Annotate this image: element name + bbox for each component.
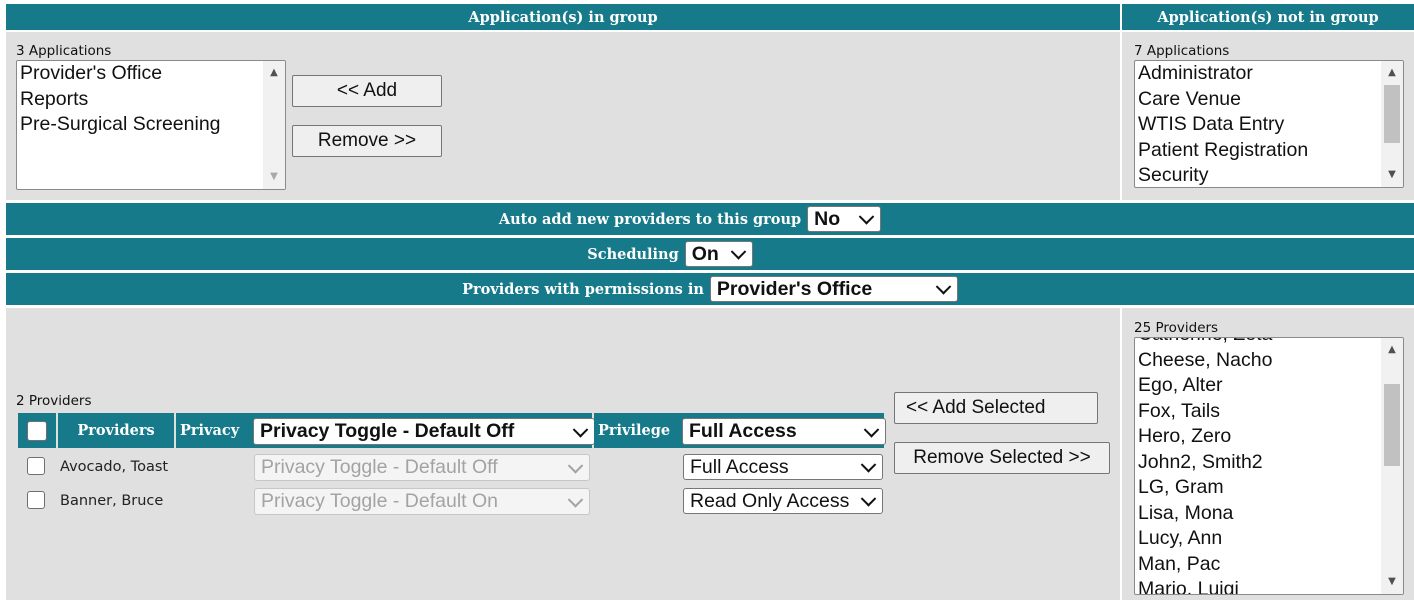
row-privacy-select: Privacy Toggle - Default On: [254, 488, 590, 515]
scroll-down-icon[interactable]: ▼: [1381, 165, 1403, 185]
remove-selected-button[interactable]: Remove Selected >>: [894, 442, 1110, 474]
apps-not-in-group-title: Application(s) not in group: [1157, 8, 1379, 26]
apps-out-list: Administrator Care Venue WTIS Data Entry Pa…: [1135, 61, 1403, 187]
providers-count: 2 Providers: [16, 393, 92, 409]
provider-name: Avocado, Toast: [60, 459, 169, 475]
list-item[interactable]: Ego, Alter: [1135, 373, 1381, 399]
list-item[interactable]: LG, Gram: [1135, 475, 1381, 501]
chevron-down-icon: [860, 457, 877, 473]
add-selected-button[interactable]: << Add Selected: [894, 392, 1098, 424]
available-providers-list: Cheese, Nacho Ego, Alter Fox, Tails Hero, Z…: [1135, 348, 1381, 595]
chevron-down-icon: [935, 279, 952, 295]
chevron-down-icon: [572, 421, 589, 438]
row-privilege-value: Full Access: [690, 455, 789, 478]
row-privilege-value: Read Only Access: [690, 489, 850, 512]
row-privacy-value: Privacy Toggle - Default On: [261, 490, 498, 512]
apps-in-group-listbox[interactable]: Provider's Office Reports Pre-Surgical Scr…: [16, 60, 286, 190]
list-item[interactable]: John2, Smith2: [1135, 450, 1381, 476]
apps-in-count: 3 Applications: [16, 43, 112, 59]
scroll-thumb[interactable]: [1384, 384, 1400, 466]
available-providers-scrollbar[interactable]: ▲ ▼: [1381, 338, 1403, 594]
scroll-up-icon[interactable]: ▲: [263, 63, 285, 83]
chevron-down-icon: [730, 244, 746, 260]
apps-in-group-title: Application(s) in group: [468, 8, 658, 26]
col-providers-header: Providers: [58, 413, 174, 448]
chevron-down-icon: [567, 491, 584, 508]
chevron-down-icon: [567, 457, 584, 474]
row-privilege-select[interactable]: Read Only Access: [683, 488, 883, 514]
scheduling-label: Scheduling: [587, 245, 679, 263]
select-all-cell: [18, 413, 56, 448]
col-privilege-header: Privilege Full Access: [594, 413, 886, 448]
scheduling-select[interactable]: On: [684, 241, 753, 267]
privilege-bulk-select[interactable]: Full Access: [682, 418, 886, 445]
list-item[interactable]: Catherine, Zeta: [1135, 338, 1381, 348]
row-privacy-select: Privacy Toggle - Default Off: [254, 454, 590, 481]
auto-add-bar: Auto add new providers to this group No: [6, 203, 1414, 235]
privacy-bulk-select[interactable]: Privacy Toggle - Default Off: [253, 418, 595, 445]
list-item[interactable]: Mario, Luigi: [1135, 577, 1381, 594]
apps-out-count: 7 Applications: [1134, 43, 1230, 59]
list-item[interactable]: Man, Pac: [1135, 552, 1381, 578]
scroll-up-icon[interactable]: ▲: [1381, 63, 1403, 83]
permissions-app-select[interactable]: Provider's Office: [709, 276, 958, 302]
list-item[interactable]: Fox, Tails: [1135, 399, 1381, 425]
privilege-bulk-value: Full Access: [689, 420, 797, 442]
col-privilege-label: Privilege: [598, 422, 671, 439]
chevron-down-icon: [858, 209, 875, 225]
apps-in-list: Provider's Office Reports Pre-Surgical Scr…: [17, 61, 285, 138]
list-item[interactable]: Hero, Zero: [1135, 424, 1381, 450]
scroll-down-icon[interactable]: ▼: [263, 167, 285, 187]
row-privacy-value: Privacy Toggle - Default Off: [261, 456, 498, 478]
apps-not-in-group-listbox[interactable]: Administrator Care Venue WTIS Data Entry Pa…: [1134, 60, 1404, 188]
permissions-bar: Providers with permissions in Provider's…: [6, 273, 1414, 305]
provider-name: Banner, Bruce: [60, 493, 164, 509]
col-privacy-header: Privacy Privacy Toggle - Default Off: [176, 413, 595, 448]
apps-in-scrollbar[interactable]: ▲ ▼: [263, 61, 285, 189]
available-providers-listbox[interactable]: Catherine, Zeta Cheese, NachoEgo, AlterF…: [1134, 337, 1404, 595]
list-item[interactable]: Administrator: [1135, 61, 1403, 87]
auto-add-select[interactable]: No: [807, 206, 882, 232]
remove-app-button[interactable]: Remove >>: [292, 125, 442, 157]
list-item[interactable]: Patient Registration: [1135, 138, 1403, 164]
auto-add-value: No: [814, 207, 841, 230]
chevron-down-icon: [860, 491, 877, 507]
list-item[interactable]: WTIS Data Entry: [1135, 112, 1403, 138]
scroll-down-icon[interactable]: ▼: [1381, 572, 1403, 592]
auto-add-label: Auto add new providers to this group: [498, 210, 802, 228]
list-item[interactable]: Care Venue: [1135, 87, 1403, 113]
row-privilege-select[interactable]: Full Access: [683, 454, 883, 480]
available-providers-scroll-content: Catherine, Zeta Cheese, NachoEgo, AlterF…: [1135, 338, 1381, 595]
chevron-down-icon: [863, 421, 880, 438]
available-providers-count: 25 Providers: [1134, 320, 1219, 336]
col-providers-label: Providers: [77, 422, 155, 439]
list-item[interactable]: Provider's Office: [17, 61, 285, 87]
row-checkbox[interactable]: [27, 457, 45, 475]
permissions-app-value: Provider's Office: [716, 277, 873, 300]
apps-in-group-header: Application(s) in group: [6, 4, 1120, 30]
scheduling-value: On: [691, 242, 719, 265]
scheduling-bar: Scheduling On: [6, 238, 1414, 270]
list-item[interactable]: Lisa, Mona: [1135, 501, 1381, 527]
scroll-up-icon[interactable]: ▲: [1381, 340, 1403, 360]
apps-out-scrollbar[interactable]: ▲ ▼: [1381, 61, 1403, 187]
select-all-checkbox[interactable]: [27, 420, 47, 441]
permissions-label: Providers with permissions in: [462, 280, 704, 298]
apps-not-in-group-header: Application(s) not in group: [1122, 4, 1414, 30]
list-item[interactable]: Lucy, Ann: [1135, 526, 1381, 552]
list-item[interactable]: Cheese, Nacho: [1135, 348, 1381, 374]
list-item[interactable]: Security: [1135, 163, 1403, 187]
row-checkbox[interactable]: [27, 491, 45, 509]
scroll-thumb[interactable]: [1384, 85, 1400, 143]
col-privacy-label: Privacy: [180, 422, 240, 439]
list-item[interactable]: Reports: [17, 87, 285, 113]
list-item[interactable]: Pre-Surgical Screening: [17, 112, 285, 138]
privacy-bulk-value: Privacy Toggle - Default Off: [260, 420, 515, 442]
add-app-button[interactable]: << Add: [292, 75, 442, 107]
